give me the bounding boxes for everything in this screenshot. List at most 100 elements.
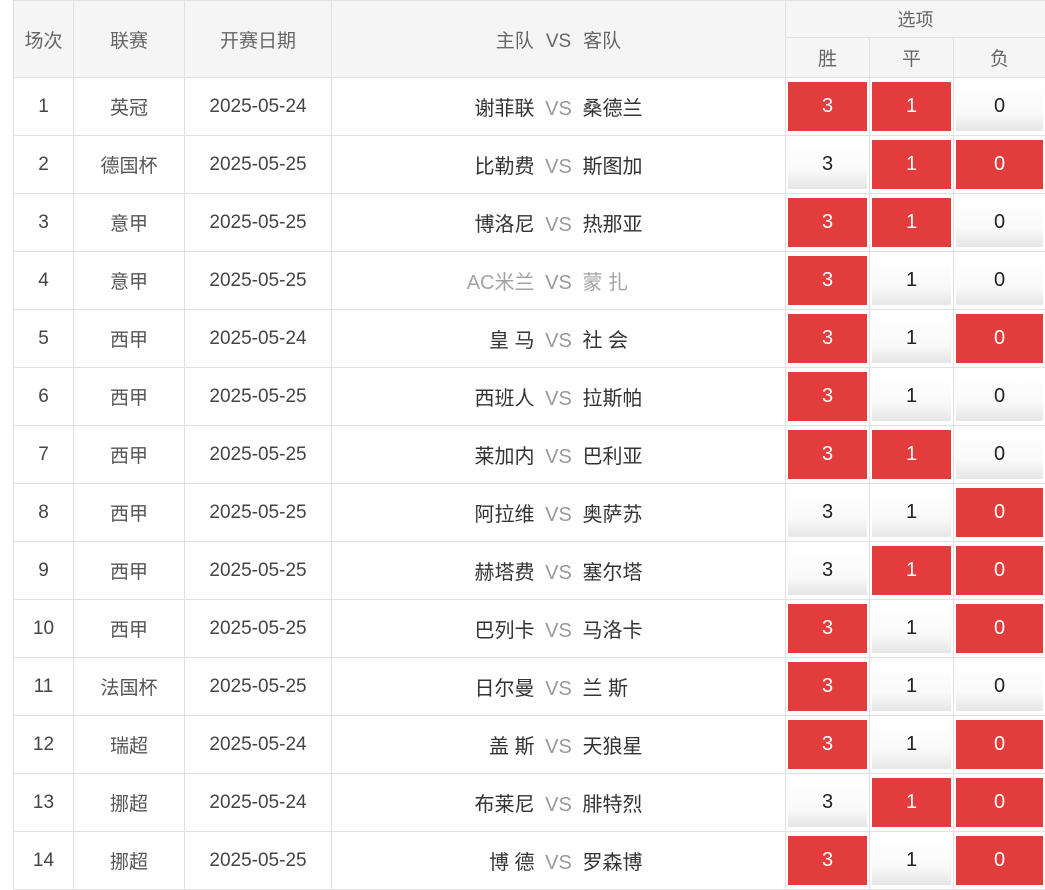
option-win-button[interactable]: 3 [788, 604, 867, 653]
option-win-button[interactable]: 3 [788, 82, 867, 131]
option-win-button[interactable]: 3 [788, 198, 867, 247]
option-draw-button[interactable]: 1 [872, 720, 951, 769]
option-win-cell: 3 [786, 194, 870, 252]
row-league: 挪超 [74, 832, 185, 890]
option-lose-button[interactable]: 0 [956, 140, 1043, 189]
option-win-button[interactable]: 3 [788, 546, 867, 595]
row-league: 西甲 [74, 600, 185, 658]
row-league: 德国杯 [74, 136, 185, 194]
vs-label: VS [535, 562, 583, 585]
vs-label: VS [535, 736, 583, 759]
option-lose-button[interactable]: 0 [956, 720, 1043, 769]
row-league: 意甲 [74, 194, 185, 252]
option-win-button[interactable]: 3 [788, 720, 867, 769]
option-lose-button[interactable]: 0 [956, 372, 1043, 421]
option-lose-button[interactable]: 0 [956, 836, 1043, 885]
option-win-button[interactable]: 3 [788, 314, 867, 363]
option-win-cell: 3 [786, 600, 870, 658]
table-row: 14 挪超 2025-05-25 博 德VS罗森博 3 1 0 [14, 832, 1045, 890]
option-draw-button[interactable]: 1 [872, 836, 951, 885]
option-draw-button[interactable]: 1 [872, 314, 951, 363]
option-draw-button[interactable]: 1 [872, 604, 951, 653]
away-team: 斯图加 [583, 150, 785, 179]
row-league: 西甲 [74, 310, 185, 368]
option-lose-button[interactable]: 0 [956, 198, 1043, 247]
row-index: 14 [14, 832, 74, 890]
option-win-button[interactable]: 3 [788, 836, 867, 885]
option-win-button[interactable]: 3 [788, 430, 867, 479]
table-row: 1 英冠 2025-05-24 谢菲联VS桑德兰 3 1 0 [14, 78, 1045, 136]
option-lose-button[interactable]: 0 [956, 778, 1043, 827]
vs-label: VS [535, 678, 583, 701]
away-team: 马洛卡 [583, 614, 785, 643]
option-draw-button[interactable]: 1 [872, 778, 951, 827]
option-draw-button[interactable]: 1 [872, 140, 951, 189]
row-index: 10 [14, 600, 74, 658]
home-team: 巴列卡 [333, 614, 535, 643]
option-win-button[interactable]: 3 [788, 488, 867, 537]
option-lose-cell: 0 [954, 484, 1045, 542]
vs-label: VS [535, 504, 583, 527]
option-draw-cell: 1 [870, 658, 954, 716]
option-draw-cell: 1 [870, 252, 954, 310]
option-lose-button[interactable]: 0 [956, 662, 1043, 711]
home-team: AC米兰 [333, 266, 535, 295]
option-win-button[interactable]: 3 [788, 256, 867, 305]
option-lose-button[interactable]: 0 [956, 488, 1043, 537]
option-draw-button[interactable]: 1 [872, 372, 951, 421]
home-team: 赫塔费 [333, 556, 535, 585]
option-draw-button[interactable]: 1 [872, 546, 951, 595]
row-league: 英冠 [74, 78, 185, 136]
option-win-button[interactable]: 3 [788, 662, 867, 711]
row-match: 日尔曼VS兰 斯 [332, 658, 786, 716]
option-lose-button[interactable]: 0 [956, 604, 1043, 653]
row-date: 2025-05-24 [185, 78, 332, 136]
header-home: 主队 [496, 31, 534, 52]
vs-label: VS [535, 330, 583, 353]
table-row: 13 挪超 2025-05-24 布莱尼VS腓特烈 3 1 0 [14, 774, 1045, 832]
option-draw-cell: 1 [870, 542, 954, 600]
away-team: 巴利亚 [583, 440, 785, 469]
option-draw-button[interactable]: 1 [872, 82, 951, 131]
option-draw-button[interactable]: 1 [872, 662, 951, 711]
option-draw-button[interactable]: 1 [872, 256, 951, 305]
row-league: 西甲 [74, 484, 185, 542]
row-index: 6 [14, 368, 74, 426]
header-league: 联赛 [74, 1, 185, 78]
row-match: 皇 马VS社 会 [332, 310, 786, 368]
table-row: 8 西甲 2025-05-25 阿拉维VS奥萨苏 3 1 0 [14, 484, 1045, 542]
row-match: 盖 斯VS天狼星 [332, 716, 786, 774]
row-league: 瑞超 [74, 716, 185, 774]
vs-label: VS [535, 388, 583, 411]
option-win-button[interactable]: 3 [788, 372, 867, 421]
table-header: 场次 联赛 开赛日期 主队VS客队 选项 胜 平 负 [14, 1, 1045, 78]
row-index: 8 [14, 484, 74, 542]
row-match: 阿拉维VS奥萨苏 [332, 484, 786, 542]
option-lose-button[interactable]: 0 [956, 314, 1043, 363]
option-lose-button[interactable]: 0 [956, 82, 1043, 131]
vs-label: VS [535, 272, 583, 295]
table-row: 4 意甲 2025-05-25 AC米兰VS蒙 扎 3 1 0 [14, 252, 1045, 310]
row-index: 1 [14, 78, 74, 136]
table-row: 7 西甲 2025-05-25 莱加内VS巴利亚 3 1 0 [14, 426, 1045, 484]
option-lose-cell: 0 [954, 252, 1045, 310]
away-team: 兰 斯 [583, 672, 785, 701]
option-win-button[interactable]: 3 [788, 778, 867, 827]
option-draw-button[interactable]: 1 [872, 430, 951, 479]
row-date: 2025-05-24 [185, 716, 332, 774]
option-win-cell: 3 [786, 832, 870, 890]
row-match: 博洛尼VS热那亚 [332, 194, 786, 252]
option-win-cell: 3 [786, 658, 870, 716]
row-index: 11 [14, 658, 74, 716]
header-match: 主队VS客队 [332, 1, 786, 78]
option-lose-button[interactable]: 0 [956, 430, 1043, 479]
option-lose-button[interactable]: 0 [956, 546, 1043, 595]
option-win-cell: 3 [786, 252, 870, 310]
option-lose-button[interactable]: 0 [956, 256, 1043, 305]
option-win-button[interactable]: 3 [788, 140, 867, 189]
option-draw-button[interactable]: 1 [872, 198, 951, 247]
option-draw-button[interactable]: 1 [872, 488, 951, 537]
row-date: 2025-05-25 [185, 426, 332, 484]
vs-label: VS [535, 156, 583, 179]
row-date: 2025-05-24 [185, 774, 332, 832]
